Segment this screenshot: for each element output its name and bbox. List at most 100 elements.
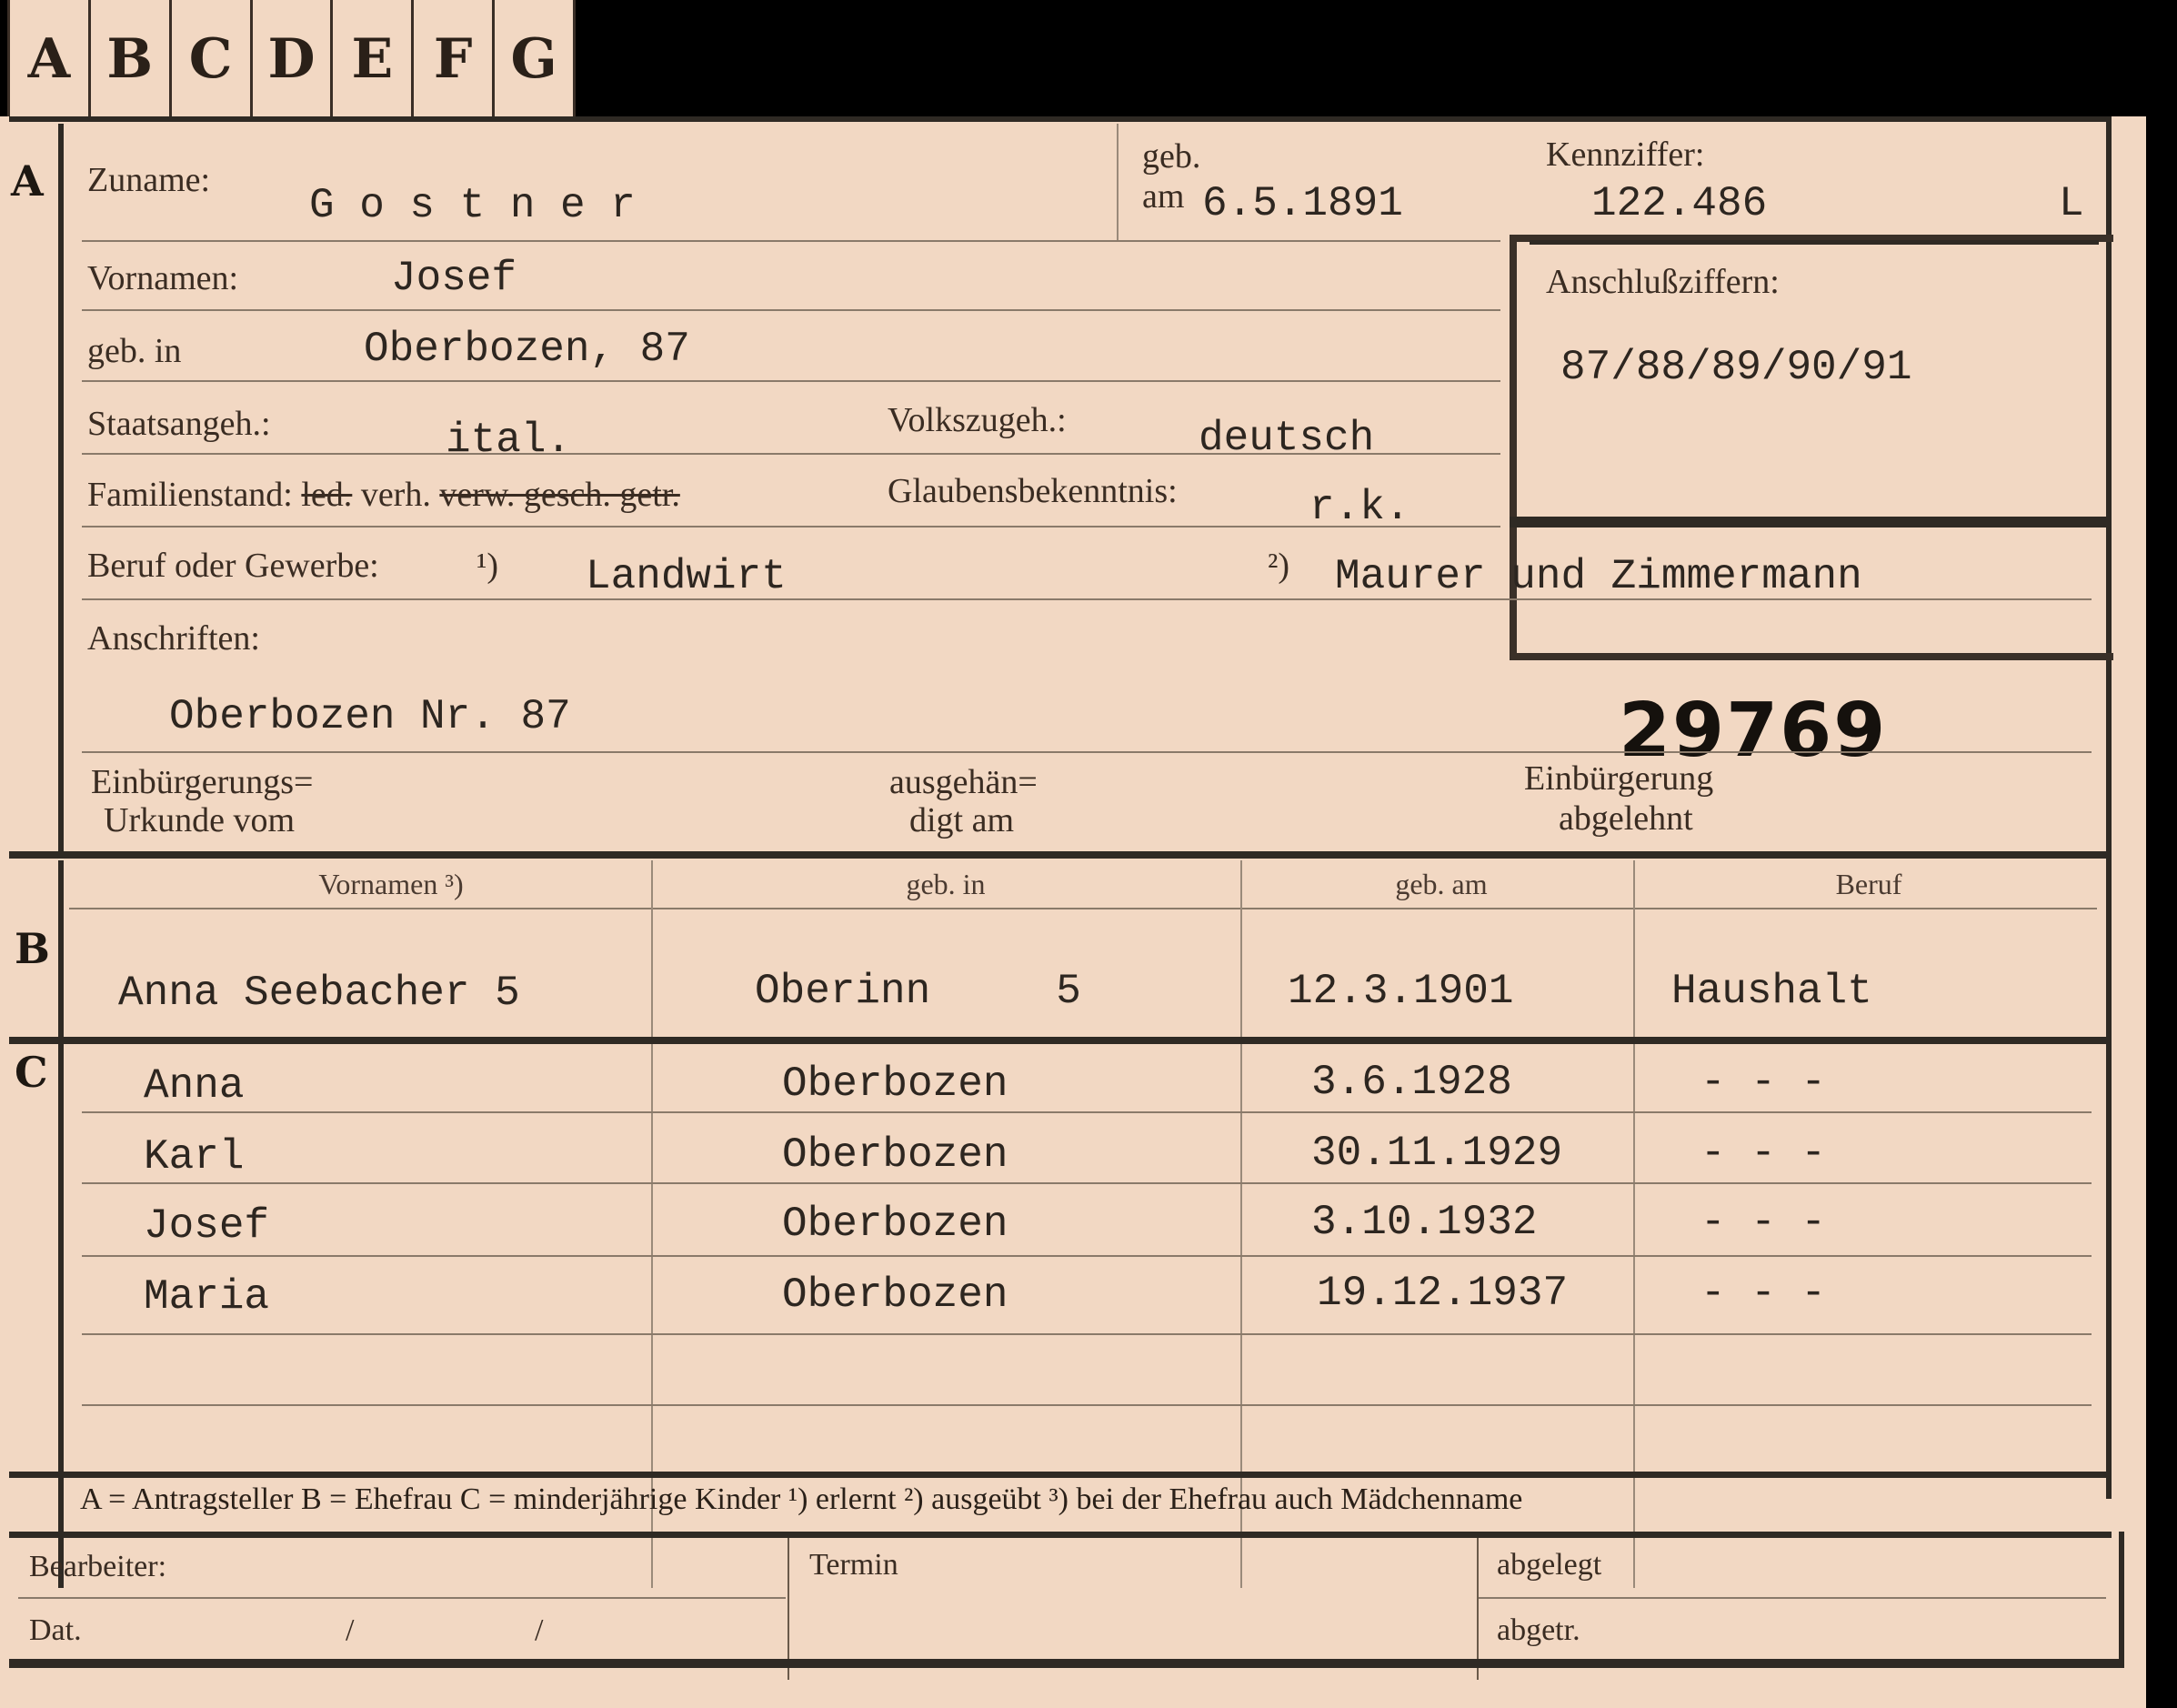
beruf-note1: ¹) <box>477 547 499 585</box>
volks-value[interactable]: deutsch <box>1199 415 1374 462</box>
tab-a[interactable]: A <box>7 0 91 118</box>
beruf-label: Beruf oder Gewerbe: <box>87 547 379 585</box>
section-letter-b: B <box>15 924 50 973</box>
child-job[interactable]: - - - <box>1700 1199 1826 1246</box>
glauben-label: Glaubensbekenntnis: <box>888 472 1178 510</box>
child-job[interactable]: - - - <box>1700 1130 1826 1177</box>
zuname-value[interactable]: G o s t n e r <box>309 182 636 229</box>
kennziffer-value[interactable]: 122.486 <box>1591 180 1767 227</box>
child-name[interactable]: Maria <box>144 1273 269 1321</box>
card-bottom-rule <box>9 1659 2124 1668</box>
familien-verh: verh. <box>360 476 431 514</box>
rule <box>82 1404 2092 1406</box>
child-date[interactable]: 3.6.1928 <box>1311 1059 1512 1106</box>
glauben-value[interactable]: r.k. <box>1309 484 1410 531</box>
col-header-gebam: geb. am <box>1395 868 1488 900</box>
spouse-date[interactable]: 12.3.1901 <box>1288 968 1513 1015</box>
am-label: am <box>1142 177 1185 216</box>
vornamen-value[interactable]: Josef <box>391 255 517 302</box>
rule <box>82 453 1500 455</box>
abgelehnt-label-2: abgelehnt <box>1559 799 1693 838</box>
rule <box>1240 860 1242 1588</box>
rule <box>82 526 1500 527</box>
child-job[interactable]: - - - <box>1700 1270 1826 1317</box>
rule <box>82 380 1500 382</box>
child-name[interactable]: Anna <box>144 1062 244 1110</box>
child-job[interactable]: - - - <box>1700 1059 1826 1106</box>
tab-e[interactable]: E <box>333 0 415 118</box>
urkunde-label-1: Einbürgerungs= <box>91 763 314 801</box>
spouse-place[interactable]: Oberinn 5 <box>755 968 1081 1015</box>
ausgeh-label-1: ausgehän= <box>889 763 1038 801</box>
section-letter-a: A <box>11 156 44 206</box>
gebin-value[interactable]: Oberbozen, 87 <box>364 326 690 373</box>
abgelegt-label: abgelegt <box>1497 1548 1602 1582</box>
vornamen-label: Vornamen: <box>87 259 239 297</box>
abgelehnt-label-1: Einbürgerung <box>1524 759 1714 798</box>
gebin-label: geb. in <box>87 332 182 370</box>
abgetr-label: abgetr. <box>1497 1613 1580 1647</box>
zuname-divider <box>1117 124 1119 240</box>
tab-f[interactable]: F <box>414 0 496 118</box>
rule <box>82 309 1500 311</box>
child-place[interactable]: Oberbozen <box>782 1131 1008 1179</box>
col-header-vornamen: Vornamen ³) <box>318 868 464 900</box>
ausgeh-label-2: digt am <box>909 801 1015 839</box>
rule <box>69 908 2097 909</box>
child-name[interactable]: Karl <box>144 1133 244 1181</box>
beruf1-value[interactable]: Landwirt <box>586 553 787 600</box>
rule <box>82 1255 2092 1257</box>
staats-label: Staatsangeh.: <box>87 405 271 443</box>
date-slash-1: / <box>346 1613 355 1647</box>
child-place[interactable]: Oberbozen <box>782 1060 1008 1108</box>
child-name[interactable]: Josef <box>144 1202 269 1250</box>
child-place[interactable]: Oberbozen <box>782 1271 1008 1319</box>
familien-led: led. <box>301 476 353 514</box>
rule <box>82 1111 2092 1113</box>
rule <box>2119 1532 2124 1668</box>
anschriften-label: Anschriften: <box>87 619 260 658</box>
beruf-note2: ²) <box>1268 547 1290 585</box>
anschrift-value[interactable]: Oberbozen Nr. 87 <box>169 693 571 740</box>
rule <box>651 860 653 1588</box>
child-date[interactable]: 19.12.1937 <box>1317 1270 1568 1317</box>
child-date[interactable]: 3.10.1932 <box>1311 1199 1537 1246</box>
top-rule <box>9 116 2112 122</box>
familien-label: Familienstand: led. verh. verw. gesch. g… <box>87 475 680 515</box>
anschluss-label: Anschlußziffern: <box>1546 263 1780 301</box>
geb-label: geb. <box>1142 137 1201 176</box>
rule <box>82 751 2092 753</box>
tab-g[interactable]: G <box>495 0 577 118</box>
rule <box>1479 1597 2106 1599</box>
rule <box>1633 860 1635 1588</box>
child-place[interactable]: Oberbozen <box>782 1201 1008 1248</box>
section-c-bottom-rule <box>9 1472 2112 1478</box>
staats-value[interactable]: ital. <box>446 417 571 464</box>
geb-am-value[interactable]: 6.5.1891 <box>1202 180 1403 227</box>
child-date[interactable]: 30.11.1929 <box>1311 1130 1562 1177</box>
rule <box>1530 240 2099 245</box>
spouse-job[interactable]: Haushalt <box>1671 968 1872 1015</box>
section-b-bottom-rule <box>9 1037 2112 1044</box>
dat-label: Dat. <box>29 1613 82 1647</box>
rule <box>82 598 2092 600</box>
termin-label: Termin <box>809 1548 898 1582</box>
section-letter-c: C <box>15 1048 48 1097</box>
beruf2-value[interactable]: Maurer und Zimmermann <box>1335 553 1862 600</box>
rule <box>1510 517 2106 527</box>
left-rule-a <box>58 124 64 851</box>
tab-d[interactable]: D <box>253 0 334 118</box>
legend-note: A = Antragsteller B = Ehefrau C = minder… <box>80 1482 1523 1516</box>
tab-c[interactable]: C <box>172 0 253 118</box>
kennziffer-label: Kennziffer: <box>1546 136 1705 174</box>
spouse-name[interactable]: Anna Seebacher 5 <box>118 970 520 1017</box>
rule <box>82 1333 2092 1335</box>
tab-b[interactable]: B <box>91 0 172 118</box>
section-a-bottom-rule <box>9 851 2112 859</box>
left-rule-bc <box>58 860 64 1588</box>
col-header-gebin: geb. in <box>906 868 986 900</box>
tab-strip: A B C D E F G <box>7 0 577 118</box>
urkunde-label-2: Urkunde vom <box>104 801 296 839</box>
rule <box>18 1597 786 1599</box>
anschluss-value[interactable]: 87/88/89/90/91 <box>1560 344 1911 391</box>
